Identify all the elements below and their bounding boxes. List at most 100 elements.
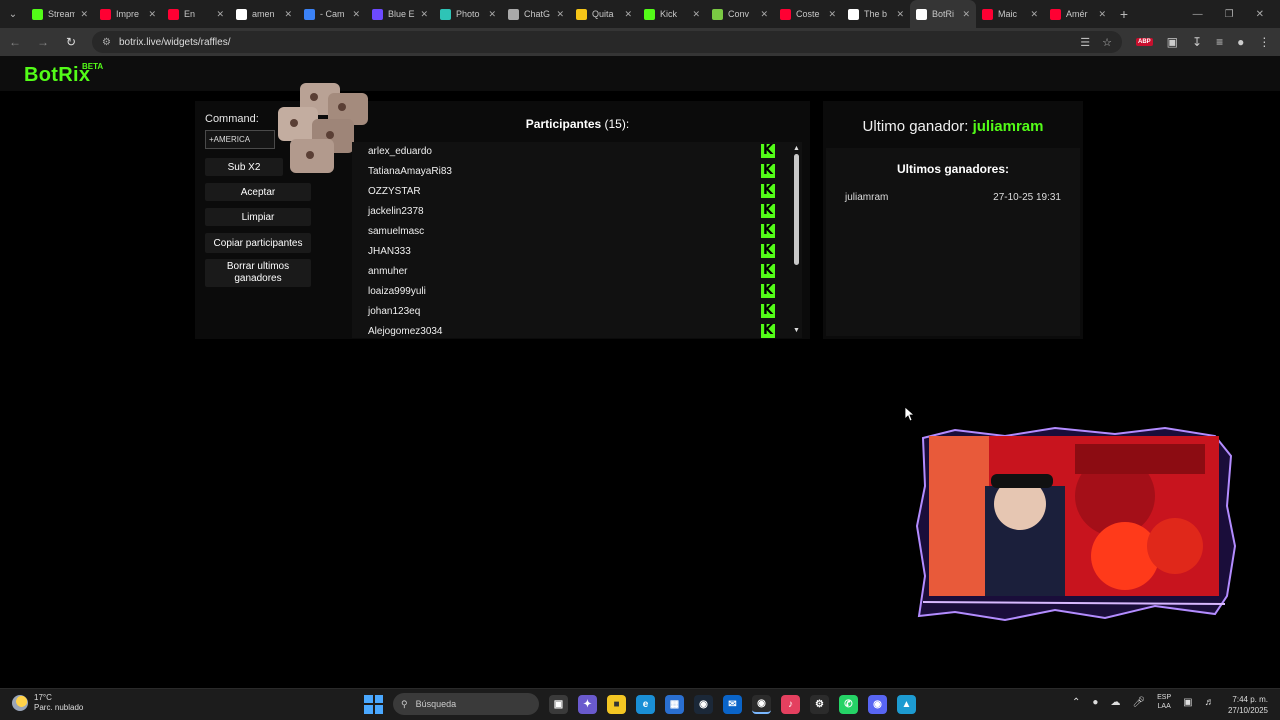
participant-row[interactable]: jackelin2378 K (368, 201, 778, 221)
adblock-extension-icon[interactable]: ABP (1136, 38, 1153, 46)
extensions-icon[interactable]: ▣ (1167, 35, 1178, 49)
botrix-logo[interactable]: BotRix (24, 64, 90, 87)
browser-tab[interactable]: Quita ✕ (570, 0, 638, 28)
participant-row[interactable]: Alejogomez3034 K (368, 321, 778, 338)
tab-search-icon[interactable]: ⌄ (0, 0, 26, 28)
browser-tab[interactable]: Conv ✕ (706, 0, 774, 28)
language-line1: ESP (1157, 694, 1172, 701)
tab-close-icon[interactable]: ✕ (896, 9, 904, 20)
reading-list-icon[interactable]: ≡ (1216, 35, 1223, 49)
maximize-icon[interactable]: ❐ (1225, 9, 1234, 20)
downloads-icon[interactable]: ↧ (1192, 35, 1202, 49)
tab-close-icon[interactable]: ✕ (760, 9, 768, 20)
chrome-icon[interactable]: ◉ (752, 694, 771, 714)
tab-close-icon[interactable]: ✕ (148, 9, 156, 20)
tray-app-icon[interactable]: ● (1092, 697, 1098, 708)
browser-tab[interactable]: Impre ✕ (94, 0, 162, 28)
capcut-icon[interactable]: ▲ (897, 694, 916, 714)
participant-row[interactable]: OZZYSTAR K (368, 181, 778, 201)
participant-row[interactable]: samuelmasc K (368, 221, 778, 241)
settings-gear-icon[interactable]: ⚙ (810, 694, 829, 714)
taskbar-search-box[interactable]: ⚲ Búsqueda (393, 693, 539, 715)
whatsapp-icon[interactable]: ✆ (839, 694, 858, 714)
new-tab-button[interactable]: + (1112, 6, 1136, 22)
tab-favicon-icon (508, 8, 519, 20)
accept-button[interactable]: Aceptar (205, 183, 311, 201)
copy-participants-button[interactable]: Copiar participantes (205, 233, 311, 253)
close-window-icon[interactable]: ✕ (1256, 9, 1264, 20)
browser-tab[interactable]: - Cam ✕ (298, 0, 366, 28)
back-icon[interactable]: ← (8, 35, 22, 49)
translate-icon[interactable]: ☰ (1080, 36, 1090, 49)
browser-tab[interactable]: Stream ✕ (26, 0, 94, 28)
tiktok-icon[interactable]: ♪ (781, 694, 800, 714)
tab-close-icon[interactable]: ✕ (624, 9, 632, 20)
task-view-icon[interactable]: ▣ (549, 694, 568, 714)
participant-row[interactable]: JHAN333 K (368, 241, 778, 261)
browser-tab[interactable]: Maic ✕ (976, 0, 1044, 28)
participant-row[interactable]: johan123eq K (368, 301, 778, 321)
browser-tab[interactable]: Coste ✕ (774, 0, 842, 28)
file-explorer-icon[interactable]: ■ (607, 694, 626, 714)
profile-avatar-icon[interactable]: ● (1237, 35, 1244, 49)
participant-row[interactable]: anmuher K (368, 261, 778, 281)
copilot-icon[interactable]: ✦ (578, 694, 597, 714)
language-indicator[interactable]: ESP LAA (1157, 693, 1171, 711)
browser-tab[interactable]: En ✕ (162, 0, 230, 28)
tab-close-icon[interactable]: ✕ (556, 9, 564, 20)
browser-tab[interactable]: Photo ✕ (434, 0, 502, 28)
browser-tab[interactable]: The b ✕ (842, 0, 910, 28)
participants-scrollbar-thumb[interactable] (794, 154, 799, 265)
forward-icon[interactable]: → (36, 35, 50, 49)
windows-start-icon[interactable] (364, 694, 383, 714)
tab-close-icon[interactable]: ✕ (352, 9, 360, 20)
store-icon[interactable]: ▦ (665, 694, 684, 714)
site-info-icon[interactable]: ⚙ (102, 37, 111, 48)
reload-icon[interactable]: ↻ (64, 35, 78, 49)
browser-tab[interactable]: BotRi ✕ (910, 0, 976, 28)
participant-name: JHAN333 (368, 245, 411, 257)
tab-close-icon[interactable]: ✕ (80, 9, 88, 20)
tab-favicon-icon (100, 8, 111, 20)
tab-close-icon[interactable]: ✕ (216, 9, 224, 20)
participants-list[interactable]: arlex_eduardo K TatianaAmayaRi83 K OZZYSTAR K… (352, 142, 802, 338)
scroll-down-arrow-icon[interactable]: ▼ (793, 327, 800, 334)
browser-tab[interactable]: amen ✕ (230, 0, 298, 28)
browser-tab[interactable]: Blue E ✕ (366, 0, 434, 28)
tab-close-icon[interactable]: ✕ (828, 9, 836, 20)
tray-overflow-chevron-icon[interactable]: ⌃ (1072, 697, 1080, 708)
tab-close-icon[interactable]: ✕ (692, 9, 700, 20)
mail-icon[interactable]: ✉ (723, 694, 742, 714)
kick-platform-icon: K (761, 303, 775, 318)
tab-close-icon[interactable]: ✕ (1098, 9, 1106, 20)
system-clock[interactable]: 7:44 p. m. 27/10/2025 (1228, 694, 1268, 716)
network-icon[interactable]: ▣ (1183, 697, 1192, 708)
delete-last-winners-button[interactable]: Borrar ultimos ganadores (205, 259, 311, 287)
menu-icon[interactable]: ⋮ (1258, 35, 1270, 49)
minimize-icon[interactable]: — (1193, 9, 1203, 20)
microphone-icon[interactable]: 🎤︎ (1132, 697, 1145, 708)
edge-icon[interactable]: e (636, 694, 655, 714)
discord-icon[interactable]: ◉ (868, 694, 887, 714)
volume-icon[interactable]: ♬ (1205, 697, 1215, 708)
browser-tab[interactable]: ChatG ✕ (502, 0, 570, 28)
participant-row[interactable]: TatianaAmayaRi83 K (368, 161, 778, 181)
tab-close-icon[interactable]: ✕ (284, 9, 292, 20)
tab-close-icon[interactable]: ✕ (1030, 9, 1038, 20)
steam-icon[interactable]: ◉ (694, 694, 713, 714)
tray-cloud-icon[interactable]: ☁ (1110, 697, 1120, 708)
tab-close-icon[interactable]: ✕ (488, 9, 496, 20)
scroll-up-arrow-icon[interactable]: ▲ (793, 145, 800, 152)
tab-close-icon[interactable]: ✕ (420, 9, 428, 20)
participant-row[interactable]: loaiza999yuli K (368, 281, 778, 301)
browser-tab[interactable]: Amér ✕ (1044, 0, 1112, 28)
command-input[interactable] (205, 130, 275, 149)
weather-widget[interactable]: 17°C Parc. nublado (12, 693, 83, 713)
address-bar[interactable]: ⚙ botrix.live/widgets/raffles/ ☰ ☆ (92, 31, 1122, 53)
tab-close-icon[interactable]: ✕ (962, 9, 970, 20)
participant-row[interactable]: arlex_eduardo K (368, 142, 778, 161)
browser-tab[interactable]: Kick ✕ (638, 0, 706, 28)
last-winner-name: juliamram (972, 118, 1044, 135)
clear-button[interactable]: Limpiar (205, 208, 311, 226)
bookmark-star-icon[interactable]: ☆ (1102, 36, 1112, 49)
